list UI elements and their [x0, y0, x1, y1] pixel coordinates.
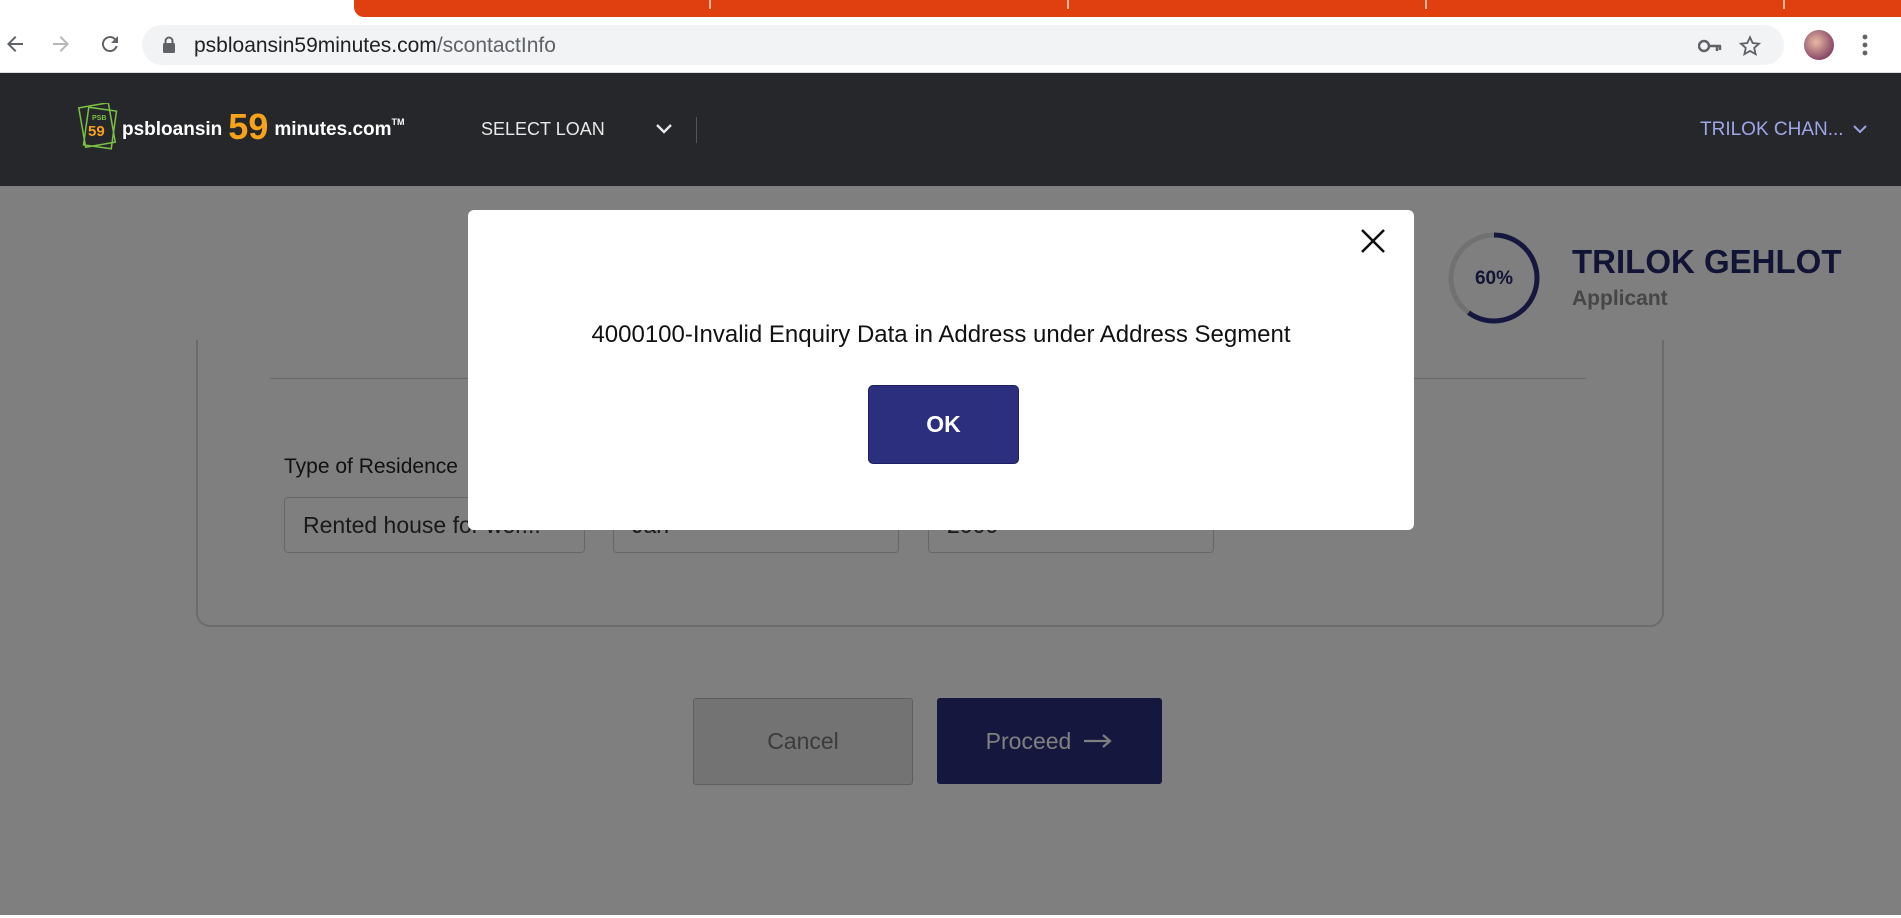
- chevron-down-icon[interactable]: [654, 119, 674, 139]
- tab-separator: [709, 0, 711, 9]
- close-icon[interactable]: [1356, 224, 1390, 258]
- tab-separator: [1425, 0, 1427, 9]
- svg-text:59: 59: [88, 123, 105, 140]
- svg-text:PSB: PSB: [92, 115, 106, 122]
- url-text[interactable]: psbloansin59minutes.com/scontactInfo: [194, 34, 556, 58]
- star-icon[interactable]: [1737, 33, 1763, 59]
- ok-label: OK: [926, 411, 961, 437]
- site-logo[interactable]: PSB 59 psbloansin 59 minutes.comTM: [76, 101, 405, 151]
- ok-button[interactable]: OK: [868, 385, 1019, 464]
- key-icon[interactable]: [1697, 33, 1723, 59]
- profile-avatar[interactable]: [1804, 30, 1834, 60]
- logo-wordmark: psbloansin 59 minutes.comTM: [122, 106, 405, 147]
- error-message: 4000100-Invalid Enquiry Data in Address …: [591, 321, 1291, 348]
- error-dialog: 4000100-Invalid Enquiry Data in Address …: [468, 210, 1414, 530]
- chevron-down-icon[interactable]: [1852, 121, 1868, 137]
- tab-separator: [1783, 0, 1785, 9]
- reload-icon[interactable]: [95, 29, 125, 59]
- browser-toolbar: psbloansin59minutes.com/scontactInfo: [0, 17, 1901, 73]
- select-loan-menu[interactable]: SELECT LOAN: [481, 119, 605, 140]
- lock-icon: [162, 36, 176, 58]
- browser-tabs[interactable]: [354, 0, 1901, 17]
- browser-tabstrip: [0, 0, 1901, 17]
- app-header: PSB 59 psbloansin 59 minutes.comTM SELECT …: [0, 73, 1901, 186]
- tab-separator: [1067, 0, 1069, 9]
- forward-arrow-icon[interactable]: [46, 29, 76, 59]
- address-bar[interactable]: psbloansin59minutes.com/scontactInfo: [142, 25, 1784, 65]
- header-divider: [696, 117, 697, 143]
- user-menu[interactable]: TRILOK CHAN...: [1700, 119, 1844, 141]
- logo-badge-icon: PSB 59: [76, 101, 120, 151]
- back-arrow-icon[interactable]: [0, 29, 30, 59]
- more-vert-icon[interactable]: [1855, 30, 1875, 60]
